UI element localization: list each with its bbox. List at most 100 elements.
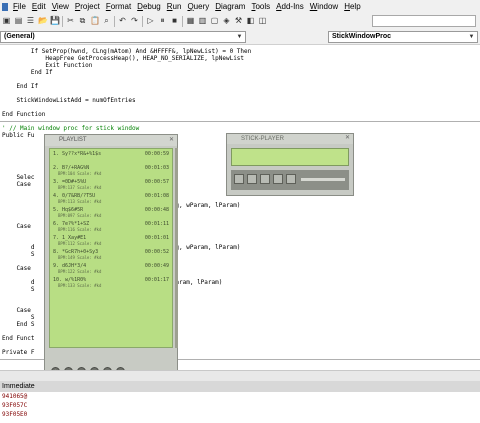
redo-icon[interactable]: ↷ — [130, 16, 139, 26]
object-browser-icon[interactable]: ◈ — [222, 16, 231, 26]
playlist-list[interactable]: 1. Sy??x*R&+%1$s 00:00:59 2. B?/+RAG%N BPM:… — [49, 148, 173, 348]
code-line: ' // Main window proc for stick window — [2, 125, 140, 132]
menu-item[interactable]: Debug — [134, 0, 164, 13]
toolbar-separator — [182, 16, 183, 27]
playlist-item[interactable]: 9. d6JH*3/4 BPM:122 Scale: #kd 00:00:49 — [50, 263, 172, 276]
menu-item[interactable]: Project — [72, 0, 103, 13]
playlist-item[interactable]: 7. 1_Xay#E1 BPM:112 Scale: #kd 00:01:01 — [50, 235, 172, 248]
add-form-icon[interactable]: ▤ — [14, 16, 23, 26]
break-icon[interactable]: ⏸ — [158, 16, 167, 26]
playlist-item[interactable]: 2. B?/+RAG%N BPM:104 Scale: #kd 00:01:03 — [50, 165, 172, 178]
menu-item[interactable]: Window — [307, 0, 341, 13]
code-line: If SetProp(hwnd, CLng(mAtom) And &HFFFF&… — [2, 48, 252, 55]
menu-item[interactable]: Format — [103, 0, 134, 13]
undo-icon[interactable]: ↶ — [118, 16, 127, 26]
menu-item-label: ebug — [142, 2, 161, 11]
code-line: End S — [2, 321, 35, 328]
menu-item[interactable]: File — [10, 0, 29, 13]
playlist-item-duration: 00:01:03 — [144, 165, 169, 171]
end-icon[interactable]: ■ — [170, 16, 179, 26]
immediate-line: 941065@ — [2, 393, 28, 400]
form-layout-icon[interactable]: ▢ — [210, 16, 219, 26]
playlist-item-info: BPM:097 Scale: #kd — [58, 213, 102, 218]
chevron-down-icon[interactable]: ▼ — [467, 33, 476, 41]
data-view-icon[interactable]: ◧ — [246, 16, 255, 26]
menu-item[interactable]: Help — [341, 0, 363, 13]
player-display — [231, 148, 349, 166]
immediate-line: 93F05E0 — [2, 411, 28, 418]
playlist-item[interactable]: 1. Sy??x*R&+%1$s 00:00:59 — [50, 151, 172, 164]
close-icon[interactable]: ✕ — [168, 137, 175, 144]
playlist-item[interactable]: 5. Hq$6#5R BPM:097 Scale: #kd 00:00:48 — [50, 207, 172, 220]
menu-item-label: uery — [193, 2, 210, 11]
open-project-icon[interactable]: 📂 — [38, 16, 48, 26]
play-icon[interactable] — [247, 174, 257, 184]
close-icon[interactable]: ✕ — [344, 135, 351, 142]
copy-icon[interactable]: ⧉ — [78, 16, 87, 26]
menu-item[interactable]: View — [49, 0, 72, 13]
menu-item-label: roject — [80, 2, 100, 11]
player-controls — [231, 170, 349, 190]
code-line: Selec — [2, 174, 35, 181]
code-line: Public Fu — [2, 132, 35, 139]
player-title: STICK-PLAYER — [227, 134, 353, 144]
start-icon[interactable]: ▷ — [146, 16, 155, 26]
code-line: Case — [2, 265, 31, 272]
menu-editor-icon[interactable]: ☰ — [26, 16, 35, 26]
playlist-item-duration: 00:01:17 — [144, 277, 169, 283]
menu-item[interactable]: Edit — [29, 0, 49, 13]
procedure-separator — [0, 121, 480, 122]
immediate-line: 93F057C — [2, 402, 28, 409]
player-window[interactable]: STICK-PLAYER ✕ — [226, 133, 354, 196]
eject-icon[interactable] — [286, 174, 296, 184]
playlist-item-info: BPM:116 Scale: #kd — [58, 227, 102, 232]
menu-item[interactable]: Tools — [248, 0, 273, 13]
menu-item[interactable]: Query — [184, 0, 212, 13]
playlist-item-info: BPM:149 Scale: #kd — [58, 255, 102, 260]
immediate-window[interactable]: 941065@ 93F057C 93F05E0 — [0, 392, 480, 423]
menu-item-label: elp — [349, 2, 361, 11]
save-project-icon[interactable]: 💾 — [50, 16, 60, 26]
next-icon[interactable] — [273, 174, 283, 184]
add-project-icon[interactable]: ▣ — [2, 16, 11, 26]
playlist-item[interactable]: 4. 0/7&RB/?T5U BPM:113 Scale: #kd 00:01:08 — [50, 193, 172, 206]
code-line: End Function — [2, 111, 46, 118]
menu-item[interactable]: Run — [164, 0, 185, 13]
code-line: S — [2, 314, 35, 321]
find-icon[interactable]: ⌕ — [102, 16, 111, 26]
paste-icon[interactable]: 📋 — [90, 16, 100, 26]
playlist-item[interactable]: 8. *GcR7h+0+Sy3 BPM:149 Scale: #kd 00:00:5… — [50, 249, 172, 262]
properties-window-icon[interactable]: ▥ — [198, 16, 207, 26]
project-explorer-icon[interactable]: ▦ — [186, 16, 195, 26]
playlist-window[interactable]: PLAYLIST ✕ 1. Sy??x*R&+%1$s 00:00:59 2. B?… — [44, 134, 178, 382]
playlist-item[interactable]: 6. 7e?%*1+SZ BPM:116 Scale: #kd 00:01:11 — [50, 221, 172, 234]
playlist-scrollbar[interactable] — [175, 148, 178, 348]
code-line: End Funct — [2, 335, 35, 342]
playlist-item-duration: 00:00:52 — [144, 249, 169, 255]
toolbox-icon[interactable]: ⚒ — [234, 16, 243, 26]
stop-icon[interactable] — [260, 174, 270, 184]
object-dropdown-value: (General) — [4, 33, 35, 40]
cut-icon[interactable]: ✂ — [66, 16, 75, 26]
playlist-item-title: 1. Sy??x*R&+%1$s — [53, 151, 102, 157]
playlist-item-duration: 00:00:49 — [144, 263, 169, 269]
app-menu-icon[interactable] — [0, 0, 10, 13]
editor-scrollbar[interactable] — [0, 370, 480, 381]
menu-item-label: ile — [17, 2, 26, 11]
menu-item[interactable]: Add-Ins — [273, 0, 307, 13]
playlist-item-duration: 00:01:11 — [144, 221, 169, 227]
volume-slider[interactable] — [301, 178, 345, 181]
code-line: End If — [2, 69, 53, 76]
menu-item-label: indow — [317, 2, 339, 11]
toolbar-separator — [114, 16, 115, 27]
visual-component-manager-icon[interactable]: ◫ — [258, 16, 267, 26]
playlist-item[interactable]: 3. =0D#+5%U BPM:137 Scale: #kd 00:00:57 — [50, 179, 172, 192]
menu-item[interactable]: Diagram — [212, 0, 248, 13]
object-dropdown[interactable]: (General) ▼ — [0, 31, 246, 43]
code-line: StickWindowListAdd = numOfEntries — [2, 97, 136, 104]
playlist-item[interactable]: 10. w/%1R0% BPM:133 Scale: #kd 00:01:17 — [50, 277, 172, 290]
chevron-down-icon[interactable]: ▼ — [235, 33, 244, 41]
procedure-dropdown[interactable]: StickWindowProc ▼ — [328, 31, 478, 43]
prev-icon[interactable] — [234, 174, 244, 184]
playlist-item-duration: 00:01:01 — [144, 235, 169, 241]
